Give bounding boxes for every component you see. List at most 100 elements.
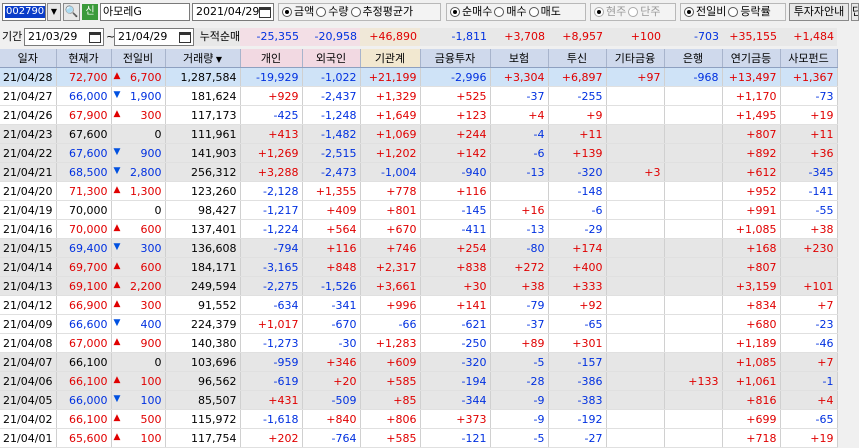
period-from-input[interactable]: 21/03/29 — [24, 28, 104, 46]
price-cell: 72,700 — [56, 67, 112, 87]
radio-cmp_radios-1[interactable]: 등락률 — [728, 4, 771, 20]
radio-cmp_radios-0[interactable]: 전일비 — [684, 4, 726, 20]
table-row[interactable]: 21/04/05 66,000 ▼ 100 85,507 +431 -509 +85 -344-… — [0, 390, 838, 410]
table-row[interactable]: 21/04/15 69,400 ▼ 300 136,608 -794 +116 +746 +25… — [0, 238, 838, 258]
table-row[interactable]: 21/04/14 69,700 ▲ 600 184,171 -3,165 +848 +2,31… — [0, 257, 838, 277]
investor-value-cell: -1,224 — [240, 219, 303, 239]
arrow-up-icon: ▲ — [113, 108, 121, 119]
period-to-input[interactable]: 21/04/29 — [114, 28, 194, 46]
radio-circle-icon — [282, 7, 292, 17]
column-header[interactable]: 투신 — [548, 49, 607, 68]
calendar-icon[interactable] — [89, 32, 101, 43]
investor-value-cell: -145 — [420, 200, 491, 220]
table-row[interactable]: 21/04/06 66,100 ▲ 100 96,562 -619 +20 +585 -194-… — [0, 371, 838, 391]
radio-unit_radios-2[interactable]: 추정평균가 — [350, 4, 413, 20]
volume-cell: 184,171 — [165, 257, 241, 277]
investor-table: 일자 현재가 전일비 거래량 ▼ 개인 외국인 기관계 금융투자 보험 투신 기타금융 은행 연기금등 사… — [0, 49, 859, 448]
price-cell: 66,600 — [56, 314, 112, 334]
volume-cell: 141,903 — [165, 143, 241, 163]
column-header[interactable]: 사모펀드 — [780, 49, 838, 68]
period-bar: 기간 21/03/29 ~ 21/04/29 누적순매수 -25,355 -20,9… — [0, 27, 859, 47]
table-row[interactable]: 21/04/23 67,600 0 111,961 +413 -1,482 +1,069 +2… — [0, 124, 838, 144]
price-cell: 66,000 — [56, 86, 112, 106]
date-input[interactable]: 2021/04/29 — [192, 3, 274, 21]
column-header[interactable]: 기타금융 — [606, 49, 665, 68]
change-cell: ▼ 2,800 — [111, 162, 166, 182]
price-cell: 69,700 — [56, 257, 112, 277]
investor-value-cell: +801 — [360, 200, 421, 220]
investor-value-cell — [664, 181, 723, 201]
column-header[interactable]: 은행 — [664, 49, 723, 68]
volume-cell: 117,173 — [165, 105, 241, 125]
table-row[interactable]: 21/04/01 65,600 ▲ 100 117,754 +202 -764 +585 -12… — [0, 428, 838, 448]
investor-value-cell: +230 — [780, 238, 838, 258]
investor-value-cell: +174 — [548, 238, 607, 258]
investor-value-cell: -23 — [780, 314, 838, 334]
price-cell: 67,000 — [56, 333, 112, 353]
change-value: 100 — [140, 431, 162, 445]
investor-value-cell — [490, 181, 549, 201]
radio-price_radios-0[interactable]: 현주 — [594, 4, 626, 20]
radio-unit_radios-0[interactable]: 금액 — [282, 4, 314, 20]
price-cell: 70,000 — [56, 200, 112, 220]
table-row[interactable]: 21/04/20 71,300 ▲ 1,300 123,260 -2,128 +1,355 +… — [0, 181, 838, 201]
investor-value-cell: +431 — [240, 390, 303, 410]
investor-value-cell: +272 — [490, 257, 549, 277]
investor-value-cell: +333 — [548, 276, 607, 296]
investor-value-cell — [664, 200, 723, 220]
column-header[interactable]: 전일비 — [111, 49, 166, 68]
investor-value-cell — [664, 238, 723, 258]
table-row[interactable]: 21/04/09 66,600 ▼ 400 224,379 +1,017 -670 -66 -6… — [0, 314, 838, 334]
table-row[interactable]: 21/04/26 67,900 ▲ 300 117,173 -425 -1,248 +1,64… — [0, 105, 838, 125]
search-icon[interactable]: 🔍 — [63, 3, 80, 21]
column-header[interactable]: 현재가 — [56, 49, 112, 68]
investor-value-cell: +133 — [664, 371, 723, 391]
table-row[interactable]: 21/04/12 66,900 ▲ 300 91,552 -634 -341 +996 +141… — [0, 295, 838, 315]
column-header[interactable]: 일자 — [0, 49, 57, 68]
calendar-icon[interactable] — [259, 7, 271, 18]
investor-value-cell: +892 — [722, 143, 781, 163]
investor-value-cell: +254 — [420, 238, 491, 258]
column-header[interactable]: 거래량 ▼ — [165, 49, 241, 68]
column-header[interactable]: 기관계 — [360, 49, 421, 68]
column-header[interactable]: 개인 — [240, 49, 303, 68]
radio-unit_radios-1[interactable]: 수량 — [316, 4, 349, 20]
investor-value-cell: +2,317 — [360, 257, 421, 277]
change-value: 900 — [140, 146, 162, 160]
radio-trade_radios-2[interactable]: 매도 — [528, 4, 561, 20]
arrow-up-icon: ▲ — [113, 298, 121, 309]
compare-radio-group: 전일비 등락률 — [680, 3, 786, 21]
calendar-icon[interactable] — [179, 32, 191, 43]
code-dropdown-button[interactable]: ▼ — [47, 3, 61, 21]
table-row[interactable]: 21/04/02 66,100 ▲ 500 115,972 -1,618 +840 +806 +… — [0, 409, 838, 429]
column-header[interactable]: 보험 — [490, 49, 549, 68]
column-header[interactable]: 외국인 — [302, 49, 361, 68]
change-cell: 0 — [111, 352, 166, 372]
investor-value-cell: +123 — [420, 105, 491, 125]
radio-trade_radios-1[interactable]: 매수 — [494, 4, 527, 20]
table-row[interactable]: 21/04/27 66,000 ▼ 1,900 181,624 +929 -2,437 +1,… — [0, 86, 838, 106]
table-row[interactable]: 21/04/22 67,600 ▼ 900 141,903 +1,269 -2,515 +1,… — [0, 143, 838, 163]
column-header[interactable]: 연기금등 — [722, 49, 781, 68]
table-row[interactable]: 21/04/28 72,700 ▲ 6,700 1,287,584 -19,929 -1,0… — [0, 67, 838, 87]
table-row[interactable]: 21/04/13 69,100 ▲ 2,200 249,594 -2,275 -1,526 +… — [0, 276, 838, 296]
investor-value-cell: +19 — [780, 105, 838, 125]
investor-value-cell: -621 — [420, 314, 491, 334]
radio-price_radios-1[interactable]: 단주 — [628, 4, 661, 20]
price-radio-group: 현주 단주 — [590, 3, 676, 21]
radio-trade_radios-0[interactable]: 순매수 — [450, 4, 492, 20]
investor-value-cell — [664, 105, 723, 125]
investor-value-cell: +1,283 — [360, 333, 421, 353]
stock-name-field[interactable]: 아모레G — [100, 3, 190, 21]
extra-button[interactable]: 단 — [851, 3, 859, 21]
table-row[interactable]: 21/04/07 66,100 0 103,696 -959 +346 +609 -320 -5… — [0, 352, 838, 372]
sort-dropdown-icon[interactable]: ▼ — [213, 55, 222, 64]
stock-code-input[interactable]: 002790 — [2, 3, 46, 21]
table-row[interactable]: 21/04/19 70,000 0 98,427 -1,217 +409 +801 -145 +… — [0, 200, 838, 220]
table-row[interactable]: 21/04/16 70,000 ▲ 600 137,401 -1,224 +564 +670-… — [0, 219, 838, 239]
investor-guide-button[interactable]: 투자자안내 — [789, 3, 849, 21]
column-header[interactable]: 금융투자 — [420, 49, 491, 68]
investor-value-cell: +101 — [780, 276, 838, 296]
table-row[interactable]: 21/04/08 67,000 ▲ 900 140,380 -1,273 -30 +1,283… — [0, 333, 838, 353]
table-row[interactable]: 21/04/21 68,500 ▼ 2,800 256,312 +3,288 -2,473-… — [0, 162, 838, 182]
